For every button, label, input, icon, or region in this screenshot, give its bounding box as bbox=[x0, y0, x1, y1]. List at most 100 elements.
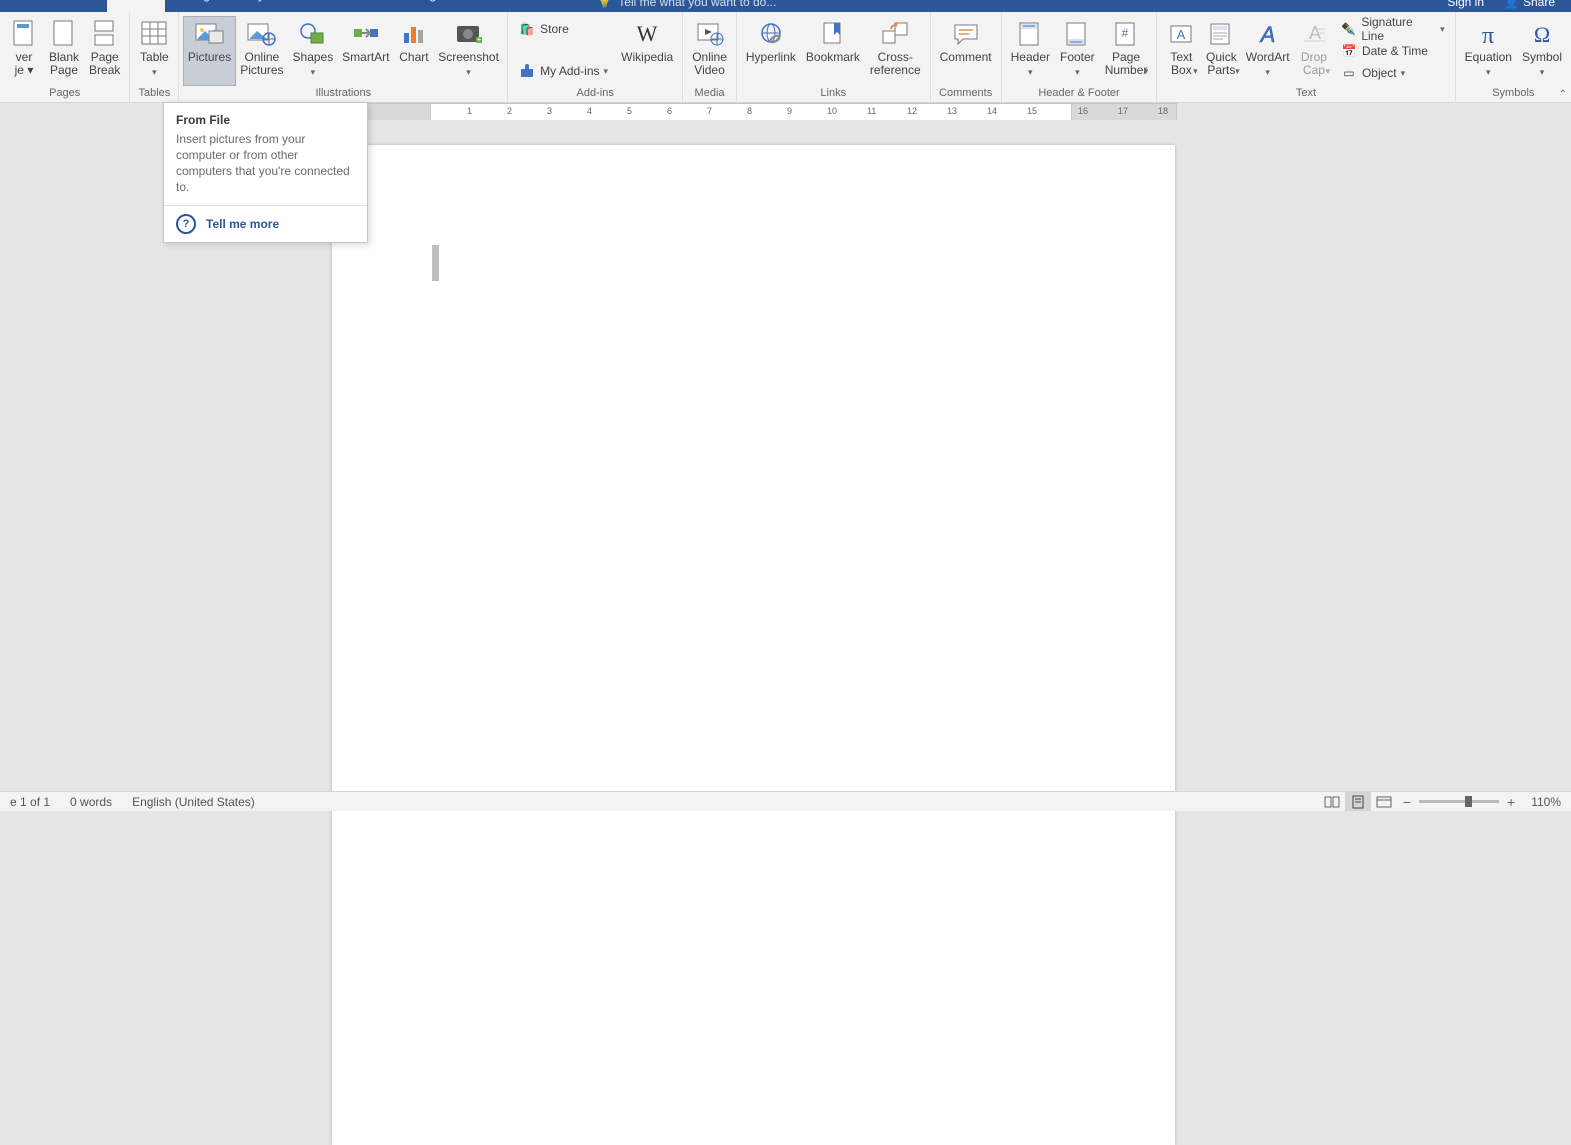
chart-button[interactable]: Chart bbox=[394, 16, 434, 86]
group-label-links: Links bbox=[741, 86, 926, 102]
date-icon: 📅 bbox=[1340, 44, 1358, 58]
blank-page-icon bbox=[53, 19, 75, 49]
symbol-button[interactable]: Ω Symbol ▾ bbox=[1517, 16, 1567, 86]
print-layout-button[interactable] bbox=[1345, 792, 1371, 811]
page-break-icon bbox=[94, 19, 116, 49]
menu-insert[interactable]: Insert bbox=[107, 0, 165, 12]
group-comments: Comment Comments bbox=[931, 12, 1002, 102]
wordart-button[interactable]: A WordArt ▾ bbox=[1241, 16, 1294, 86]
pictures-icon bbox=[195, 19, 225, 49]
screenshot-button[interactable]: + Screenshot ▾ bbox=[434, 16, 503, 86]
dropdown-icon: ▾ bbox=[1144, 65, 1149, 78]
menu-references[interactable]: References bbox=[295, 0, 384, 12]
read-mode-button[interactable] bbox=[1319, 792, 1345, 811]
dropdown-icon: ▾ bbox=[1486, 66, 1491, 79]
zoom-in-button[interactable]: + bbox=[1507, 794, 1515, 810]
menu-mailings[interactable]: Mailings bbox=[384, 0, 456, 12]
ribbon-collapse-button[interactable]: ⌃ bbox=[1559, 89, 1567, 100]
dropdown-icon: ▾ bbox=[1401, 68, 1406, 79]
tell-me-more-link[interactable]: ? Tell me more bbox=[164, 206, 367, 242]
menu-review[interactable]: Review bbox=[456, 0, 523, 12]
shapes-button[interactable]: Shapes ▾ bbox=[288, 16, 338, 86]
header-button[interactable]: Header ▾ bbox=[1006, 16, 1055, 86]
smartart-icon bbox=[352, 19, 380, 49]
page-number-button[interactable]: # Page Number ▾ bbox=[1100, 16, 1153, 86]
comment-button[interactable]: Comment bbox=[935, 16, 997, 86]
share-icon: 👤 bbox=[1504, 0, 1519, 9]
drop-cap-icon: A bbox=[1301, 19, 1327, 49]
status-page[interactable]: e 1 of 1 bbox=[0, 795, 60, 809]
menu-view[interactable]: View bbox=[524, 0, 578, 12]
dropdown-icon: ▾ bbox=[604, 66, 609, 77]
dropdown-icon: ▾ bbox=[1326, 65, 1331, 78]
crossref-icon bbox=[881, 19, 909, 49]
dropdown-icon: ▾ bbox=[1235, 65, 1240, 78]
footer-button[interactable]: Footer ▾ bbox=[1055, 16, 1100, 86]
table-icon bbox=[140, 19, 168, 49]
bookmark-button[interactable]: Bookmark bbox=[801, 16, 865, 86]
online-pictures-button[interactable]: Online Pictures bbox=[236, 16, 288, 86]
group-label-tables: Tables bbox=[134, 86, 174, 102]
store-button[interactable]: 🛍️Store bbox=[514, 18, 614, 40]
text-box-button[interactable]: A Text Box ▾ bbox=[1161, 16, 1201, 86]
quick-parts-icon bbox=[1208, 19, 1234, 49]
header-icon bbox=[1018, 19, 1042, 49]
comment-icon bbox=[952, 19, 980, 49]
document-page[interactable] bbox=[332, 145, 1175, 1145]
signature-line-button[interactable]: ✒️Signature Line▾ bbox=[1336, 18, 1449, 40]
cross-reference-button[interactable]: Cross- reference bbox=[865, 16, 926, 86]
online-pictures-icon bbox=[247, 19, 277, 49]
table-button[interactable]: Table ▾ bbox=[134, 16, 174, 86]
signature-icon: ✒️ bbox=[1340, 22, 1357, 36]
chart-icon bbox=[400, 19, 428, 49]
dropdown-icon: ▾ bbox=[1265, 66, 1270, 79]
menu-file[interactable]: File bbox=[0, 0, 47, 12]
wikipedia-button[interactable]: W Wikipedia bbox=[616, 16, 678, 86]
menu-design[interactable]: Design bbox=[165, 0, 230, 12]
zoom-level[interactable]: 110% bbox=[1521, 795, 1571, 809]
ribbon-insert: ver je ▾ Blank Page Page Break Pages Tab… bbox=[0, 12, 1571, 103]
quick-parts-button[interactable]: Quick Parts ▾ bbox=[1201, 16, 1241, 86]
object-button[interactable]: ▭Object▾ bbox=[1336, 62, 1449, 84]
zoom-thumb[interactable] bbox=[1465, 796, 1472, 807]
group-label-illustrations: Illustrations bbox=[183, 86, 503, 102]
dropdown-icon: ▾ bbox=[466, 66, 471, 79]
zoom-slider[interactable] bbox=[1419, 800, 1499, 803]
web-layout-button[interactable] bbox=[1371, 792, 1397, 811]
text-box-icon: A bbox=[1168, 19, 1194, 49]
pictures-button[interactable]: Pictures bbox=[183, 16, 235, 86]
menu-home[interactable]: Home bbox=[47, 0, 107, 12]
svg-text:Ω: Ω bbox=[1534, 22, 1550, 47]
my-addins-button[interactable]: My Add-ins▾ bbox=[514, 60, 614, 82]
group-label-pages: Pages bbox=[4, 86, 125, 102]
sign-in-button[interactable]: Sign in bbox=[1437, 0, 1494, 9]
status-language[interactable]: English (United States) bbox=[122, 795, 265, 809]
bookmark-icon bbox=[820, 19, 846, 49]
cover-page-button[interactable]: ver je ▾ bbox=[4, 16, 44, 86]
footer-icon bbox=[1065, 19, 1089, 49]
group-symbols: π Equation ▾ Ω Symbol ▾ Symbols bbox=[1456, 12, 1571, 102]
equation-button[interactable]: π Equation ▾ bbox=[1460, 16, 1517, 86]
group-label-headerfooter: Header & Footer bbox=[1006, 86, 1153, 102]
group-label-addins: Add-ins bbox=[512, 86, 678, 102]
group-text: A Text Box ▾ Quick Parts ▾ A WordArt ▾ A… bbox=[1157, 12, 1455, 102]
screenshot-icon: + bbox=[454, 19, 484, 49]
hyperlink-button[interactable]: Hyperlink bbox=[741, 16, 801, 86]
dropdown-icon: ▾ bbox=[1193, 65, 1198, 78]
date-time-button[interactable]: 📅Date & Time bbox=[1336, 40, 1449, 62]
cover-page-icon bbox=[13, 19, 35, 49]
page-break-button[interactable]: Page Break bbox=[84, 16, 125, 86]
drop-cap-button[interactable]: A Drop Cap ▾ bbox=[1294, 16, 1334, 86]
dropdown-icon: ▾ bbox=[1028, 66, 1033, 79]
store-icon: 🛍️ bbox=[518, 22, 536, 36]
menu-layout[interactable]: Layout bbox=[231, 0, 295, 12]
equation-icon: π bbox=[1474, 19, 1502, 49]
status-words[interactable]: 0 words bbox=[60, 795, 122, 809]
smartart-button[interactable]: SmartArt bbox=[338, 16, 394, 86]
online-video-button[interactable]: Online Video bbox=[687, 16, 732, 86]
group-label-media: Media bbox=[687, 86, 732, 102]
zoom-out-button[interactable]: − bbox=[1403, 794, 1411, 810]
dropdown-icon: ▾ bbox=[311, 66, 316, 79]
blank-page-button[interactable]: Blank Page bbox=[44, 16, 84, 86]
share-button[interactable]: 👤Share bbox=[1494, 0, 1565, 9]
